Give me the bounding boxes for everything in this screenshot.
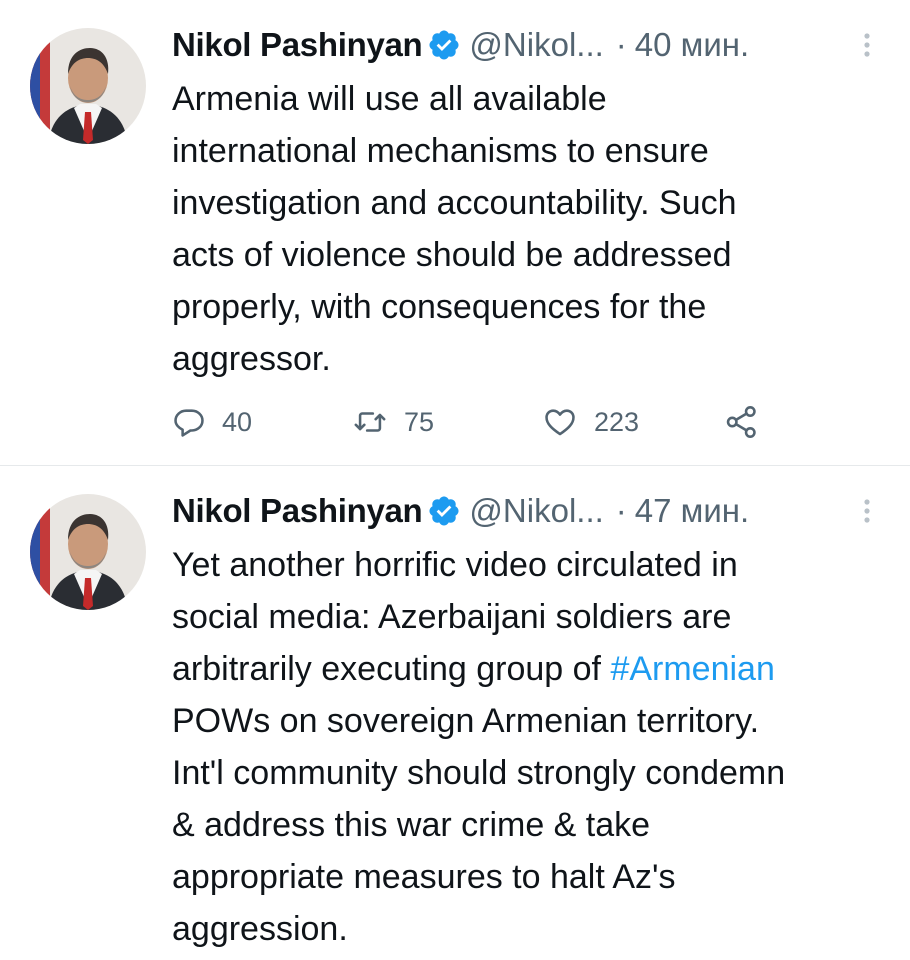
retweet-count: 75 bbox=[404, 406, 435, 437]
tweet-actions: 40 75 223 bbox=[172, 400, 872, 444]
like-button[interactable]: 223 bbox=[542, 400, 639, 444]
author-handle[interactable]: @Nikol... bbox=[469, 492, 603, 530]
tweet-text-line: properly, with consequences for the bbox=[172, 288, 707, 326]
reply-count: 40 bbox=[222, 406, 253, 437]
tweet[interactable]: Nikol Pashinyan @Nikol... · 47 мин. Yet … bbox=[0, 466, 910, 960]
more-options-icon[interactable] bbox=[860, 496, 874, 526]
heart-icon bbox=[545, 409, 575, 436]
hashtag-link[interactable]: #Armenian bbox=[610, 650, 774, 688]
avatar[interactable] bbox=[30, 28, 146, 144]
retweet-button[interactable]: 75 bbox=[352, 400, 434, 444]
tweet-text-line: acts of violence should be addressed bbox=[172, 236, 732, 274]
avatar[interactable] bbox=[30, 494, 146, 610]
share-button[interactable] bbox=[724, 400, 776, 444]
timestamp[interactable]: 40 мин. bbox=[635, 26, 749, 64]
tweet-text-line: international mechanisms to ensure bbox=[172, 132, 709, 170]
tweet-text-line: aggressor. bbox=[172, 340, 331, 378]
timestamp[interactable]: 47 мин. bbox=[635, 492, 749, 530]
tweet-text-line: Armenia will use all available bbox=[172, 80, 607, 118]
reply-button[interactable]: 40 bbox=[172, 400, 252, 444]
tweet-text: Yet another horrific video circulated in… bbox=[172, 539, 897, 955]
retweet-icon bbox=[354, 412, 386, 432]
tweet-header: Nikol Pashinyan @Nikol... · 40 мин. bbox=[172, 24, 872, 66]
author-name[interactable]: Nikol Pashinyan bbox=[172, 492, 423, 530]
verified-badge-icon bbox=[429, 30, 459, 60]
tweet-text-part: POWs on sovereign Armenian territory. In… bbox=[172, 702, 786, 948]
reply-icon bbox=[174, 409, 204, 437]
tweet-text: Armenia will use all available internati… bbox=[172, 73, 897, 385]
like-count: 223 bbox=[594, 406, 640, 437]
author-handle[interactable]: @Nikol... bbox=[469, 26, 603, 64]
tweet-header: Nikol Pashinyan @Nikol... · 47 мин. bbox=[172, 490, 872, 532]
share-icon bbox=[726, 406, 756, 438]
verified-badge-icon bbox=[429, 496, 459, 526]
separator-dot: · bbox=[615, 492, 627, 529]
more-options-icon[interactable] bbox=[860, 30, 874, 60]
tweet[interactable]: Nikol Pashinyan @Nikol... · 40 мин. Arme… bbox=[0, 0, 910, 465]
tweet-text-line: investigation and accountability. Such bbox=[172, 184, 737, 222]
author-name[interactable]: Nikol Pashinyan bbox=[172, 26, 423, 64]
separator-dot: · bbox=[615, 26, 627, 63]
